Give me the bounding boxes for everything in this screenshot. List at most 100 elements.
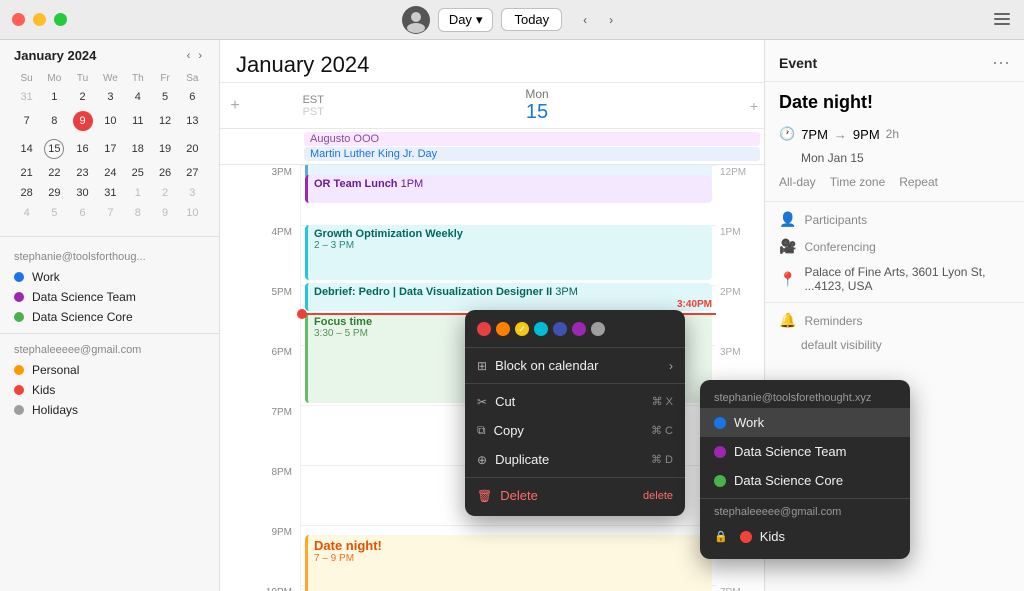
event-or-team-lunch[interactable]: OR Team Lunch 1PM [305, 175, 712, 203]
cal-day[interactable]: 5 [41, 204, 67, 222]
cal-day[interactable]: 26 [152, 164, 177, 182]
time-gutter-est: 3PM 4PM 5PM 6PM 7PM 8PM 9PM 10PM 11PM [220, 165, 300, 591]
cp-item-kids[interactable]: 🔒 Kids [700, 522, 910, 551]
cm-copy[interactable]: ⧉ Copy ⌘ C [465, 416, 685, 445]
sidebar-toggle[interactable] [994, 12, 1010, 28]
color-teal[interactable] [534, 322, 548, 336]
color-orange[interactable] [496, 322, 510, 336]
color-gray[interactable] [591, 322, 605, 336]
cal-day[interactable]: 7 [98, 204, 124, 222]
color-blue[interactable] [553, 322, 567, 336]
cm-item-left-cut: ✂ Cut [477, 394, 515, 409]
expand-button[interactable]: + [744, 98, 764, 114]
cal-day[interactable]: 8 [41, 108, 67, 134]
sidebar-item-data-science-team[interactable]: Data Science Team [0, 287, 219, 307]
cal-day[interactable]: 11 [125, 108, 150, 134]
cal-day[interactable]: 9 [69, 108, 95, 134]
cal-day[interactable]: 25 [125, 164, 150, 182]
cal-day[interactable]: 6 [69, 204, 95, 222]
window-controls [12, 13, 67, 26]
cal-day[interactable]: 14 [14, 136, 39, 162]
prev-arrow[interactable]: ‹ [574, 9, 596, 31]
mini-cal-title: January 2024 [14, 48, 96, 63]
cal-day[interactable]: 31 [14, 88, 39, 106]
view-selector[interactable]: Day ▾ [438, 8, 494, 32]
cm-duplicate[interactable]: ⊕ Duplicate ⌘ D [465, 445, 685, 474]
today-button[interactable]: Today [501, 8, 562, 31]
cal-day[interactable]: 1 [41, 88, 67, 106]
cm-delete[interactable]: 🗑 Delete delete [465, 481, 685, 510]
sidebar-item-personal[interactable]: Personal [0, 360, 219, 380]
kids-dot [14, 385, 24, 395]
cal-day[interactable]: 8 [125, 204, 150, 222]
cal-day[interactable]: 17 [98, 136, 124, 162]
all-day-event-mlk[interactable]: Martin Luther King Jr. Day [304, 147, 760, 161]
cal-day[interactable]: 27 [180, 164, 205, 182]
cal-day[interactable]: 23 [69, 164, 95, 182]
time-5pm: 5PM [220, 285, 300, 345]
avatar[interactable] [402, 6, 430, 34]
cal-day[interactable]: 28 [14, 184, 39, 202]
color-red[interactable] [477, 322, 491, 336]
cal-day[interactable]: 29 [41, 184, 67, 202]
sidebar-item-work[interactable]: Work [0, 267, 219, 287]
all-day-event-augusto[interactable]: Augusto OOO [304, 132, 760, 146]
add-event-button[interactable]: + [220, 97, 250, 115]
cal-day[interactable]: 13 [180, 108, 205, 134]
close-button[interactable] [12, 13, 25, 26]
color-purple[interactable] [572, 322, 586, 336]
cal-day[interactable]: 18 [125, 136, 150, 162]
cp-item-work[interactable]: Work [700, 408, 910, 437]
event-debrief-pedro[interactable]: Debrief: Pedro | Data Visualization Desi… [305, 283, 712, 311]
cp-item-data-science-team[interactable]: Data Science Team [700, 437, 910, 466]
cal-day[interactable]: 9 [152, 204, 177, 222]
cal-day[interactable]: 4 [125, 88, 150, 106]
cm-cut[interactable]: ✂ Cut ⌘ X [465, 387, 685, 416]
cal-day[interactable]: 15 [41, 136, 67, 162]
cal-day[interactable]: 2 [69, 88, 95, 106]
sidebar-item-kids[interactable]: Kids [0, 380, 219, 400]
cm-delete-shortcut: delete [643, 490, 673, 502]
time-zone-button[interactable]: Time zone [830, 175, 886, 189]
cm-block-on-calendar[interactable]: ⊞ Block on calendar › [465, 351, 685, 380]
cal-day[interactable]: 19 [152, 136, 177, 162]
sidebar-item-data-science-core[interactable]: Data Science Core [0, 307, 219, 327]
location-icon: 📍 [779, 271, 796, 288]
cp-dsc-dot [714, 475, 726, 487]
event-growth-optimization[interactable]: Growth Optimization Weekly 2 – 3 PM [305, 225, 712, 280]
cal-day[interactable]: 3 [98, 88, 124, 106]
cal-day[interactable]: 6 [180, 88, 205, 106]
cal-week-6: 4 5 6 7 8 9 10 [14, 204, 205, 222]
cal-day[interactable]: 21 [14, 164, 39, 182]
cal-day[interactable]: 24 [98, 164, 124, 182]
cal-day[interactable]: 10 [180, 204, 205, 222]
event-date-night[interactable]: Date night! 7 – 9 PM [305, 535, 712, 591]
cal-day[interactable]: 31 [98, 184, 124, 202]
cal-day[interactable]: 10 [98, 108, 124, 134]
cal-day[interactable]: 7 [14, 108, 39, 134]
cal-day[interactable]: 3 [180, 184, 205, 202]
cp-item-data-science-core[interactable]: Data Science Core [700, 466, 910, 495]
cp-dsc-label: Data Science Core [734, 473, 843, 488]
minimize-button[interactable] [33, 13, 46, 26]
mini-next-button[interactable]: › [195, 49, 205, 63]
color-yellow-check[interactable]: ✓ [515, 322, 529, 336]
cal-day[interactable]: 12 [152, 108, 177, 134]
mini-prev-button[interactable]: ‹ [184, 49, 194, 63]
repeat-button[interactable]: Repeat [899, 175, 938, 189]
maximize-button[interactable] [54, 13, 67, 26]
cal-day[interactable]: 30 [69, 184, 95, 202]
cal-day[interactable]: 4 [14, 204, 39, 222]
cal-day[interactable]: 16 [69, 136, 95, 162]
cal-day[interactable]: 22 [41, 164, 67, 182]
rp-more-button[interactable]: ··· [992, 52, 1010, 73]
cal-day[interactable]: 20 [180, 136, 205, 162]
cal-day[interactable]: 5 [152, 88, 177, 106]
sidebar-item-holidays[interactable]: Holidays [0, 400, 219, 420]
time-10pm: 10PM [220, 585, 300, 591]
cal-week-4: 21 22 23 24 25 26 27 [14, 164, 205, 182]
cal-day[interactable]: 1 [125, 184, 150, 202]
all-day-button[interactable]: All-day [779, 175, 816, 189]
next-arrow[interactable]: › [600, 9, 622, 31]
cal-day[interactable]: 2 [152, 184, 177, 202]
